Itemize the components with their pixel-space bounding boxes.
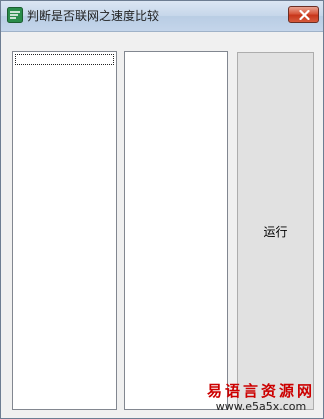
- title-bar[interactable]: 判断是否联网之速度比较: [1, 1, 323, 32]
- watermark-brand: 易语言资源网: [206, 382, 315, 400]
- run-button[interactable]: 运行: [237, 52, 314, 410]
- app-icon: [7, 7, 23, 23]
- watermark: 易语言资源网 www.e5a5x.com: [205, 382, 317, 414]
- list-item[interactable]: [15, 54, 114, 65]
- result-list-left[interactable]: [12, 51, 117, 410]
- close-button[interactable]: [288, 6, 319, 23]
- close-icon: [299, 10, 310, 20]
- watermark-url: www.e5a5x.com: [215, 400, 307, 413]
- window-title: 判断是否联网之速度比较: [27, 9, 160, 23]
- app-window: 判断是否联网之速度比较 运行 易语言资源网 www.e5a5x.com: [0, 0, 324, 419]
- client-area: 运行: [5, 32, 319, 416]
- run-button-label: 运行: [263, 225, 288, 239]
- result-list-right[interactable]: [124, 51, 228, 410]
